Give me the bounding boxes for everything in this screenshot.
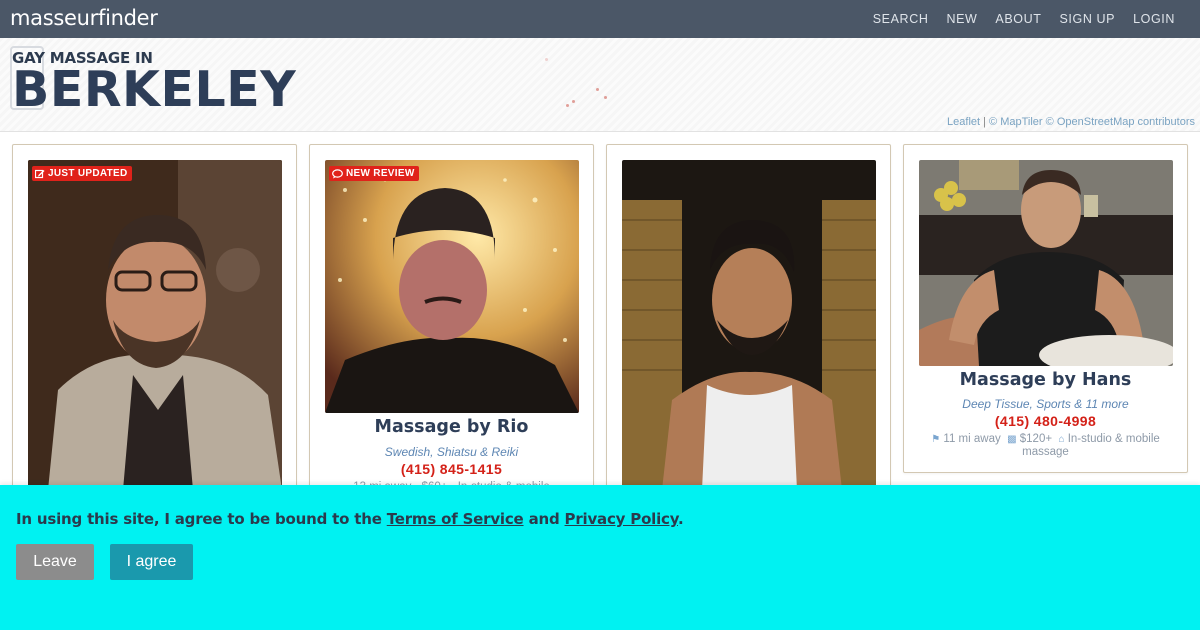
privacy-policy-link[interactable]: Privacy Policy	[565, 510, 679, 528]
masseur-modalities: Deep Tissue, Sports & 11 more	[962, 397, 1129, 411]
terms-of-service-link[interactable]: Terms of Service	[387, 510, 524, 528]
map-marker[interactable]	[545, 58, 548, 61]
map-marker[interactable]	[596, 88, 599, 91]
masseur-photo[interactable]: JUST UPDATED	[28, 160, 282, 490]
masseur-photo[interactable]	[622, 160, 876, 490]
masseur-card[interactable]: JUST UPDATED	[12, 144, 297, 504]
map-marker[interactable]	[566, 104, 569, 107]
nav-new[interactable]: NEW	[946, 12, 977, 26]
map-marker[interactable]	[572, 100, 575, 103]
map-attribution: Leaflet | © MapTiler © OpenStreetMap con…	[947, 116, 1195, 128]
consent-text-before: In using this site, I agree to be bound …	[16, 510, 382, 528]
badge-label: NEW REVIEW	[346, 168, 415, 179]
masseur-photo[interactable]: NEW REVIEW	[325, 160, 579, 413]
masseur-card[interactable]: NEW REVIEW Massage by Rio Swedish, Shiat…	[309, 144, 594, 504]
osm-link[interactable]: © OpenStreetMap contributors	[1046, 116, 1195, 128]
maptiler-link[interactable]: © MapTiler	[989, 116, 1043, 128]
home-icon: ⌂	[1058, 434, 1065, 445]
masseur-name[interactable]: Massage by Rio	[310, 417, 593, 437]
badge-label: JUST UPDATED	[48, 168, 128, 179]
masseur-location: In-studio & mobile	[1067, 433, 1160, 445]
map-pin-icon: ⚑	[931, 434, 941, 445]
nav-search[interactable]: SEARCH	[873, 12, 929, 26]
attribution-separator: |	[983, 116, 986, 128]
page-title: BERKELEY	[12, 61, 297, 118]
masseur-location-cont: massage	[1022, 446, 1069, 458]
main-nav: SEARCH NEW ABOUT SIGN UP LOGIN	[855, 0, 1175, 38]
site-logo[interactable]: masseurfinder	[10, 6, 158, 30]
masseur-distance: 11 mi away	[943, 433, 1001, 445]
leave-button[interactable]: Leave	[16, 544, 94, 580]
masseur-meta: ⚑ 11 mi away ▩ $120+ ⌂ In-studio & mobil…	[922, 433, 1169, 459]
nav-login[interactable]: LOGIN	[1133, 12, 1175, 26]
nav-sign-up[interactable]: SIGN UP	[1059, 12, 1115, 26]
photo-illustration	[28, 160, 282, 490]
photo-illustration	[622, 160, 876, 490]
money-icon: ▩	[1007, 434, 1017, 445]
consent-period: .	[677, 510, 684, 528]
masseur-card[interactable]: Massage by Hans Deep Tissue, Sports & 11…	[903, 144, 1188, 473]
agree-button[interactable]: I agree	[110, 544, 193, 580]
top-navigation-bar: masseurfinder SEARCH NEW ABOUT SIGN UP L…	[0, 0, 1200, 38]
consent-message: In using this site, I agree to be bound …	[16, 510, 684, 528]
leaflet-link[interactable]: Leaflet	[947, 116, 980, 128]
masseur-price: $120+	[1019, 433, 1053, 445]
masseur-phone[interactable]: (415) 845-1415	[310, 461, 593, 477]
photo-illustration	[325, 160, 579, 413]
comment-icon	[332, 168, 343, 178]
edit-icon	[35, 169, 45, 178]
new-review-badge: NEW REVIEW	[329, 166, 419, 181]
map-marker[interactable]	[604, 96, 607, 99]
masseur-photo[interactable]	[919, 160, 1173, 366]
just-updated-badge: JUST UPDATED	[32, 166, 132, 181]
photo-illustration	[919, 160, 1173, 366]
masseur-modalities: Swedish, Shiatsu & Reiki	[384, 445, 519, 459]
masseur-name[interactable]: Massage by Hans	[904, 370, 1187, 390]
masseur-phone[interactable]: (415) 480-4998	[904, 413, 1187, 429]
nav-about[interactable]: ABOUT	[995, 12, 1041, 26]
masseur-card[interactable]	[606, 144, 891, 504]
consent-banner: In using this site, I agree to be bound …	[0, 485, 1200, 630]
consent-and: and	[528, 510, 560, 528]
map-hero[interactable]: GAY MASSAGE IN BERKELEY Leaflet | © MapT…	[0, 38, 1200, 132]
